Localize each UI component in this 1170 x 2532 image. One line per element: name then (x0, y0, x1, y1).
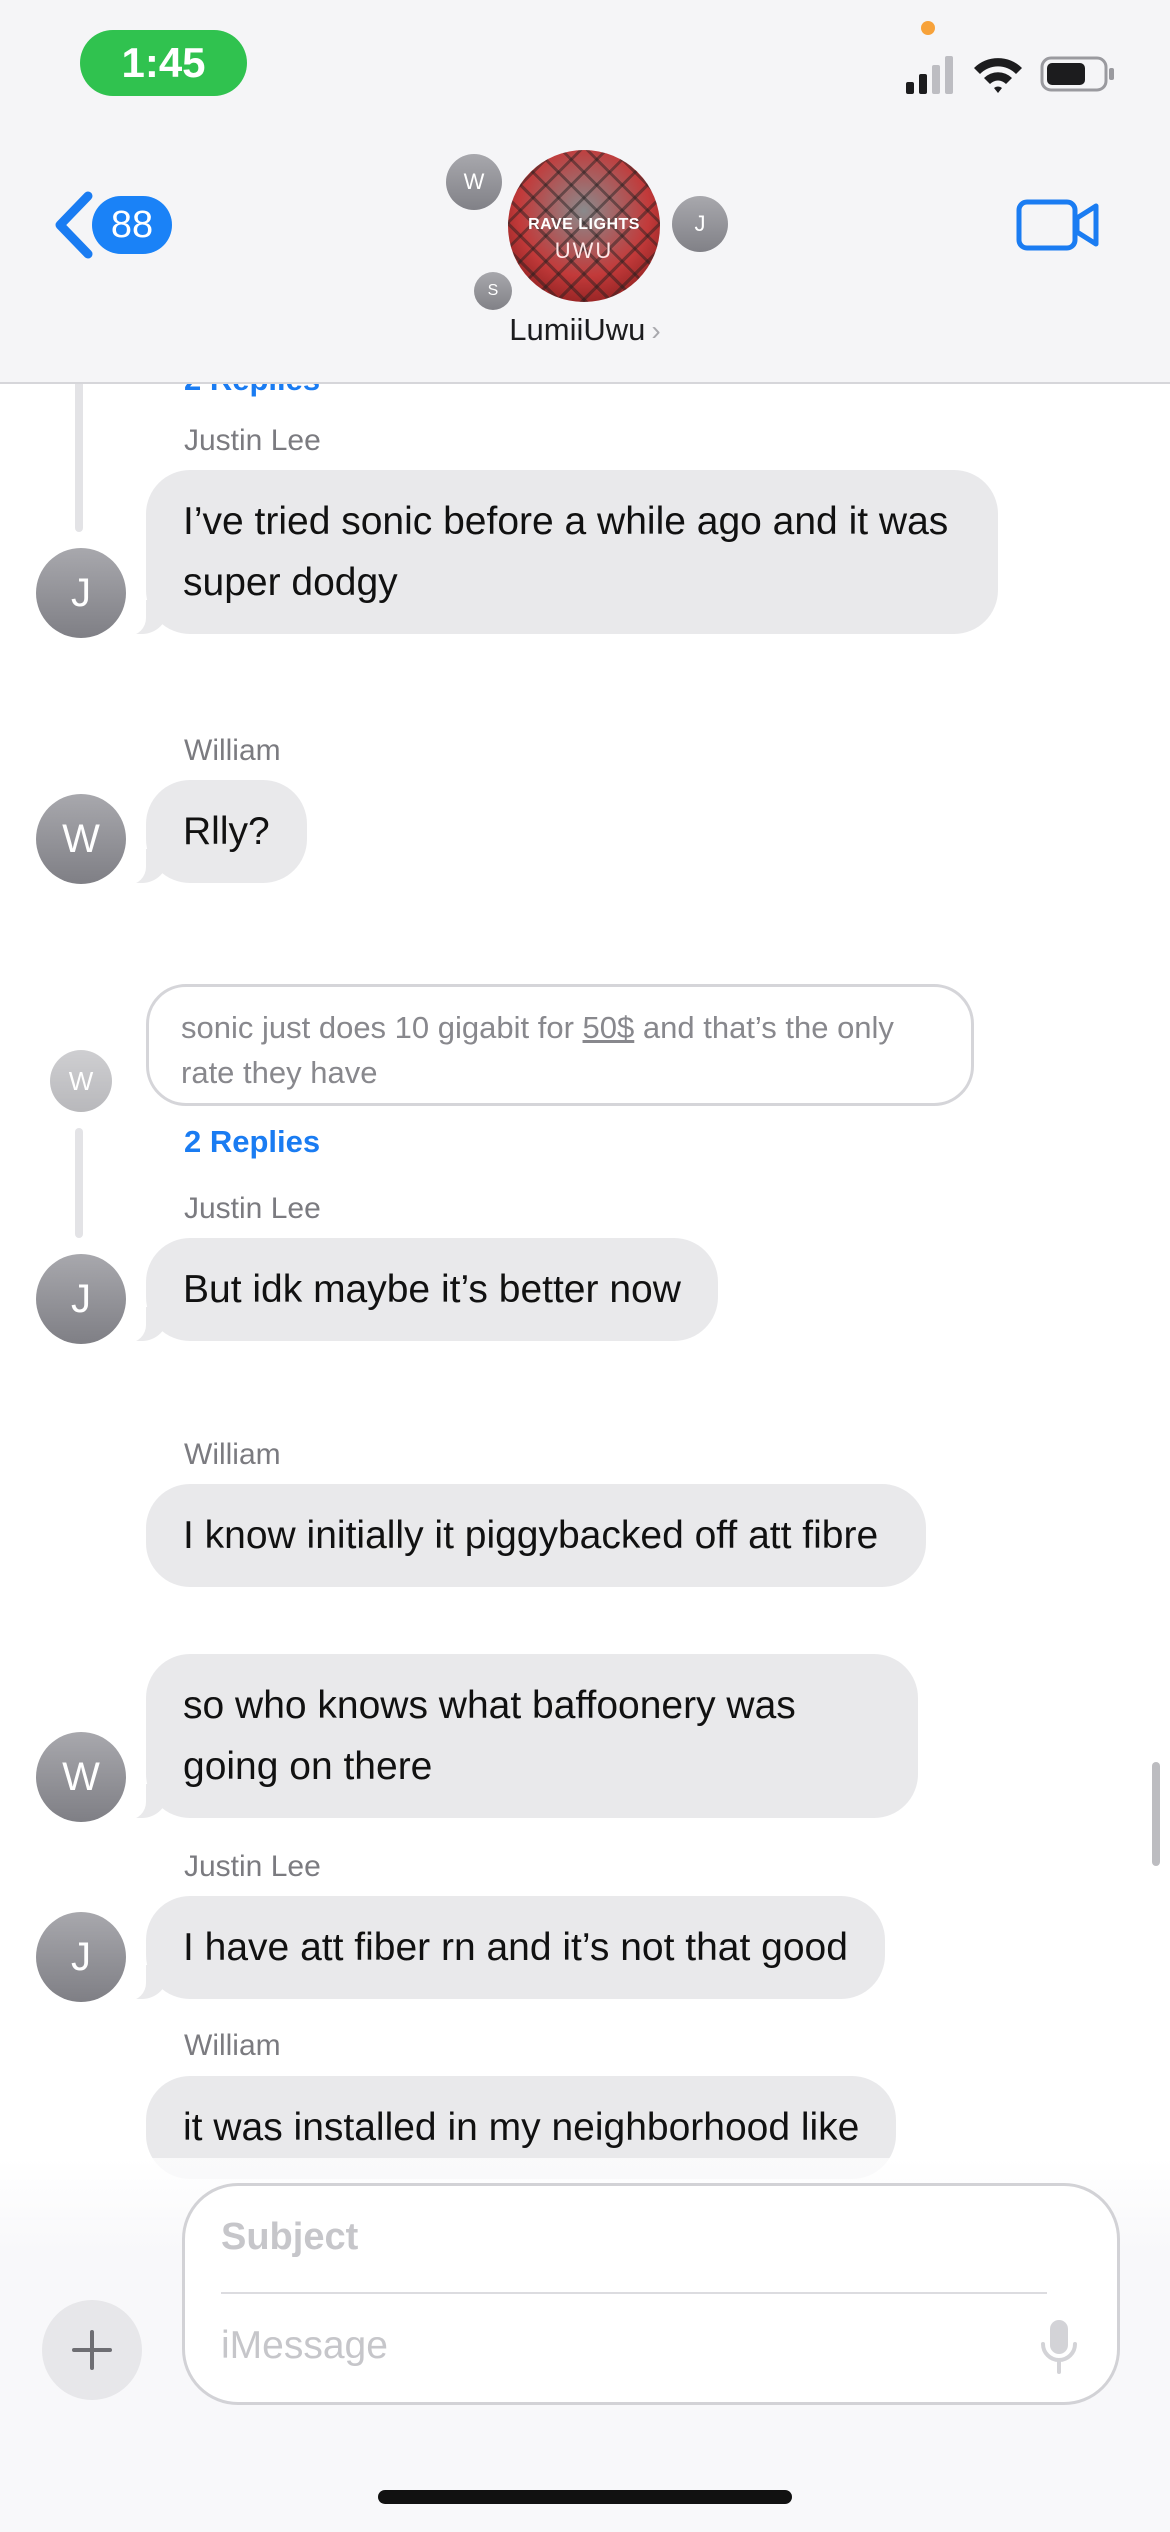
scrollbar[interactable] (1152, 1762, 1160, 1866)
quoted-message[interactable]: sonic just does 10 gigabit for 50$ and t… (146, 984, 974, 1106)
message-field[interactable]: iMessage (221, 2324, 388, 2368)
participant-avatar[interactable]: S (474, 272, 512, 310)
avatar[interactable]: W (36, 794, 126, 884)
subject-field[interactable]: Subject (221, 2216, 358, 2259)
message-bubble[interactable]: Rlly? (116, 780, 307, 885)
apps-plus-button[interactable] (42, 2300, 142, 2400)
battery-icon (1040, 56, 1114, 92)
quoted-text-before: sonic just does 10 gigabit for (181, 1010, 583, 1045)
message-bubble[interactable]: so who knows what baffoonery was going o… (116, 1654, 918, 1820)
group-avatar-text: UWU (554, 238, 614, 263)
video-camera-icon[interactable] (1016, 198, 1100, 252)
conversation-header: 1:45 88 W J S RAVE LIGHTS UWU LumiiUwu › (0, 0, 1170, 384)
participant-avatar[interactable]: J (672, 196, 728, 252)
avatar[interactable]: J (36, 548, 126, 638)
sender-name: Justin Lee (184, 1192, 321, 1225)
home-indicator[interactable] (378, 2490, 792, 2504)
unread-count-badge[interactable]: 88 (92, 196, 172, 254)
sender-name: William (184, 1438, 281, 1471)
avatar[interactable]: W (36, 1732, 126, 1822)
group-avatar-text: RAVE LIGHTS (528, 216, 640, 233)
sender-name: Justin Lee (184, 424, 321, 457)
status-time: 1:45 (80, 30, 247, 96)
plus-icon (72, 2330, 112, 2370)
thread-line (75, 1128, 83, 1238)
message-bubble[interactable]: But idk maybe it’s better now (116, 1238, 718, 1343)
avatar[interactable]: J (36, 1912, 126, 2002)
message-input-box[interactable]: Subject iMessage (182, 2183, 1120, 2405)
sender-name: Justin Lee (184, 1850, 321, 1883)
avatar: W (50, 1050, 112, 1112)
message-bubble[interactable]: I have att fiber rn and it’s not that go… (116, 1896, 885, 2001)
cellular-signal-icon (906, 56, 953, 94)
sender-name: William (184, 2029, 281, 2062)
group-name[interactable]: LumiiUwu › (0, 312, 1170, 348)
participant-avatar[interactable]: W (446, 154, 502, 210)
sender-name: William (184, 734, 281, 767)
quoted-price-link[interactable]: 50$ (583, 1010, 635, 1045)
microphone-icon[interactable] (1039, 2318, 1079, 2376)
divider (221, 2292, 1047, 2294)
wifi-icon (974, 58, 1022, 93)
replies-link[interactable]: 2 Replies (184, 1124, 320, 1160)
group-name-label: LumiiUwu (509, 312, 646, 347)
thread-line (75, 370, 83, 532)
chevron-right-icon: › (651, 315, 661, 346)
avatar[interactable]: J (36, 1254, 126, 1344)
mic-in-use-indicator (921, 21, 935, 35)
group-avatar[interactable]: RAVE LIGHTS UWU (508, 150, 660, 302)
message-bubble[interactable]: I know initially it piggybacked off att … (146, 1484, 926, 1587)
message-bubble[interactable]: I’ve tried sonic before a while ago and … (116, 470, 998, 636)
